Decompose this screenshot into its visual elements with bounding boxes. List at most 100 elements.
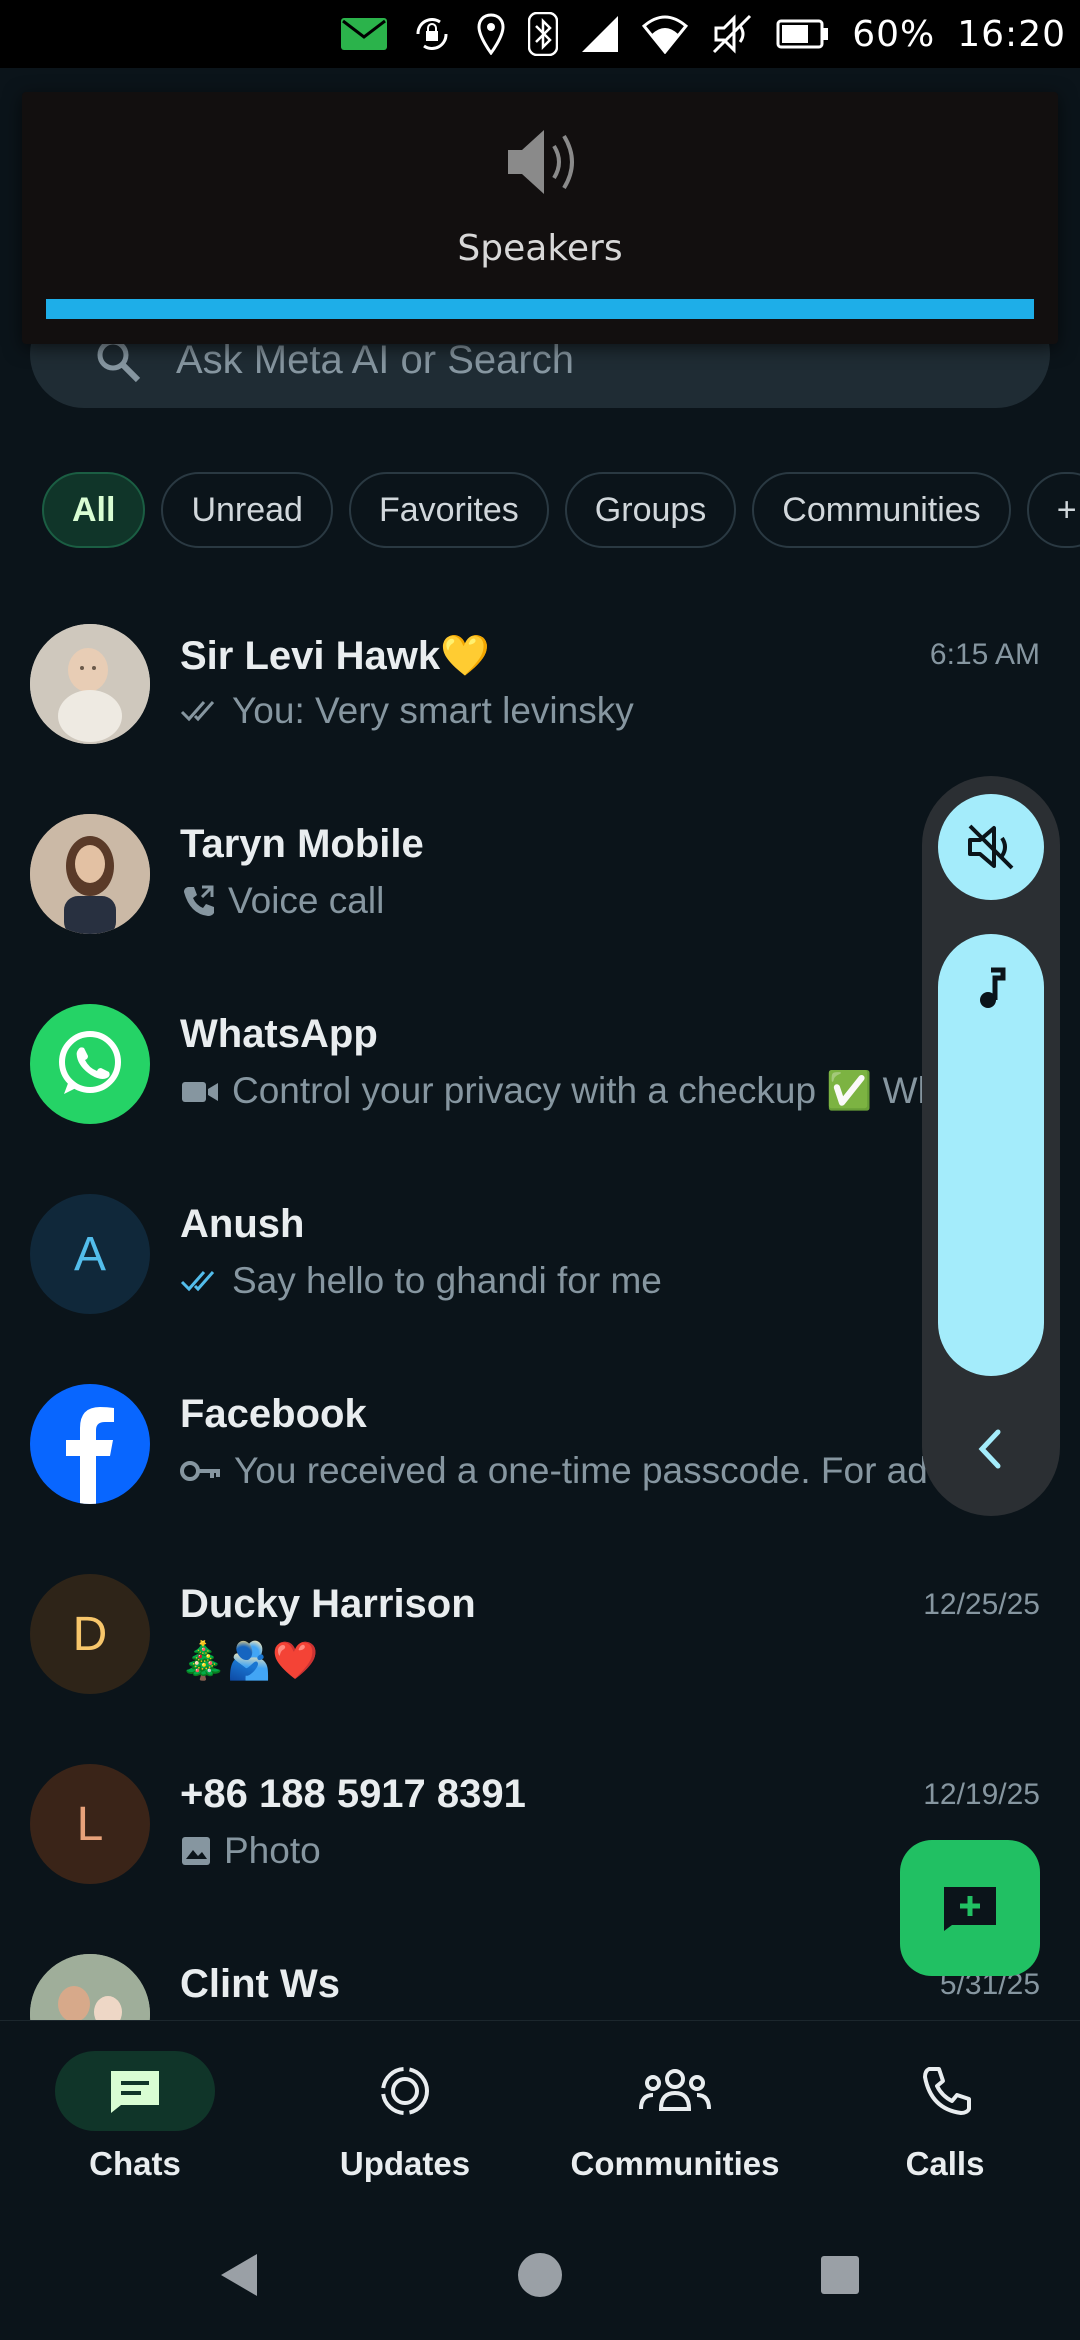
double-check-grey-icon (180, 701, 215, 722)
nav-label: Chats (89, 2145, 181, 2182)
chat-name: Clint Ws (180, 1962, 340, 2006)
chat-name: Anush (180, 1202, 305, 1246)
avatar[interactable] (30, 624, 150, 744)
avatar[interactable] (30, 814, 150, 934)
chat-preview: You received a one-time passcode. For ad… (180, 1450, 948, 1492)
bluetooth-icon (528, 12, 559, 56)
people-icon (639, 2069, 711, 2111)
filter-chips: All Unread Favorites Groups Communities … (42, 472, 1080, 548)
recents-icon[interactable] (815, 2250, 865, 2300)
chat-row[interactable]: Sir Levi Hawk💛 6:15 AM You: Very smart l… (0, 600, 1080, 790)
chat-time: 6:15 AM (929, 638, 1040, 671)
voice-call-icon (184, 885, 214, 916)
avatar[interactable]: D (30, 1574, 150, 1694)
speaker-volume-bar (46, 299, 1034, 319)
chat-preview: You: Very smart levinsky (180, 690, 634, 732)
clock: 16:20 (957, 13, 1066, 55)
avatar[interactable]: L (30, 1764, 150, 1884)
home-icon[interactable] (515, 2250, 565, 2300)
avatar[interactable]: A (30, 1194, 150, 1314)
nav-label: Updates (339, 2145, 471, 2182)
location-icon (477, 13, 505, 55)
back-icon[interactable] (215, 2250, 265, 2300)
double-check-blue-icon (180, 1271, 215, 1292)
chat-preview: Control your privacy with a checkup ✅ Wh (180, 1070, 938, 1113)
avatar[interactable] (30, 1004, 150, 1124)
rotation-lock-icon (416, 18, 448, 50)
speaker-muted-icon (968, 824, 1014, 870)
nav-updates-icon-wrap (325, 2051, 485, 2131)
chat-name: Taryn Mobile (180, 822, 424, 866)
media-volume-slider[interactable] (938, 934, 1044, 1376)
chat-preview-text: You received a one-time passcode. For ad… (234, 1450, 949, 1491)
facebook-logo-icon (66, 1407, 114, 1504)
chat-row[interactable]: Taryn Mobile Voice call (0, 790, 1080, 980)
chip-unread[interactable]: Unread (161, 472, 333, 548)
nav-label: Calls (905, 2145, 985, 2182)
wifi-icon (642, 15, 689, 54)
chip-groups[interactable]: Groups (564, 472, 737, 548)
chat-preview-text: You: Very smart levinsky (232, 690, 634, 731)
chat-name: +86 188 5917 8391 (180, 1772, 526, 1816)
chat-icon (111, 2071, 159, 2113)
battery-percent: 60% (852, 13, 936, 55)
chevron-left-icon[interactable] (966, 1424, 1016, 1474)
speakers-volume-popup (22, 92, 1058, 344)
nav-communities-icon-wrap (595, 2051, 755, 2131)
chat-row[interactable]: Facebook You received a one-time passcod… (0, 1360, 1080, 1550)
chip-add-list[interactable]: + (1026, 472, 1080, 548)
nav-chats-icon-pill (55, 2051, 215, 2131)
nav-calls[interactable]: Calls (810, 2051, 1080, 2183)
nav-chats[interactable]: Chats (0, 2051, 270, 2183)
nav-communities[interactable]: Communities (540, 2051, 810, 2183)
chat-row[interactable]: A Anush Say hello to ghandi for me (0, 1170, 1080, 1360)
key-icon (180, 1461, 220, 1481)
chat-name: Facebook (180, 1392, 367, 1436)
whatsapp-logo-icon (59, 1031, 121, 1094)
speaker-label: Speakers (457, 228, 623, 269)
vibrate-mute-icon (713, 14, 752, 54)
chat-preview-text: Voice call (228, 880, 385, 921)
chat-list: Sir Levi Hawk💛 6:15 AM You: Very smart l… (0, 600, 1080, 2020)
chip-favorites[interactable]: Favorites (348, 472, 549, 548)
chat-name: Sir Levi Hawk💛 (180, 634, 490, 678)
speaker-icon (508, 130, 574, 194)
status-bar: 60% 16:20 (0, 0, 1080, 68)
chip-all[interactable]: All (42, 472, 146, 548)
chat-preview: Voice call (180, 880, 384, 922)
system-navigation-bar (0, 2210, 1080, 2340)
chat-time: 12/25/25 (923, 1588, 1040, 1621)
chip-communities[interactable]: Communities (752, 472, 1011, 548)
volume-panel (922, 776, 1060, 1516)
photo-icon (182, 1837, 210, 1865)
chat-name: Ducky Harrison (180, 1582, 476, 1626)
chat-preview: Photo (180, 1830, 321, 1872)
nav-updates[interactable]: Updates (270, 2051, 540, 2183)
nav-calls-icon-wrap (865, 2051, 1025, 2131)
chat-preview-text: Control your privacy with a checkup ✅ Wh (232, 1070, 939, 1111)
phone-icon (923, 2067, 971, 2115)
chat-preview-text: 🎄🫂❤️ (180, 1640, 319, 1681)
chat-preview-text: Say hello to ghandi for me (232, 1260, 662, 1301)
mail-notification-icon (341, 18, 388, 50)
signal-icon (582, 16, 619, 52)
mute-toggle-button[interactable] (938, 794, 1044, 900)
chat-row[interactable]: D Ducky Harrison 12/25/25 🎄🫂❤️ (0, 1550, 1080, 1740)
battery-icon (776, 19, 829, 49)
bottom-navigation: Chats Updates Communities Calls (0, 2020, 1080, 2210)
status-ring-icon (381, 2067, 429, 2115)
chat-row[interactable]: WhatsApp Control your privacy with a che… (0, 980, 1080, 1170)
chat-preview: Say hello to ghandi for me (180, 1260, 662, 1302)
new-chat-button[interactable] (900, 1840, 1040, 1976)
new-chat-icon (944, 1887, 996, 1931)
chat-preview: 🎄🫂❤️ (180, 1640, 318, 1683)
avatar[interactable] (30, 1954, 150, 2020)
nav-label: Communities (570, 2145, 780, 2182)
chat-name: WhatsApp (180, 1012, 378, 1056)
speaker-volume-fill (46, 299, 1034, 319)
music-note-icon (980, 967, 1006, 1008)
search-placeholder: Ask Meta AI or Search (176, 337, 574, 382)
video-icon (182, 1081, 218, 1102)
chat-preview-text: Photo (224, 1830, 321, 1871)
avatar[interactable] (30, 1384, 150, 1504)
